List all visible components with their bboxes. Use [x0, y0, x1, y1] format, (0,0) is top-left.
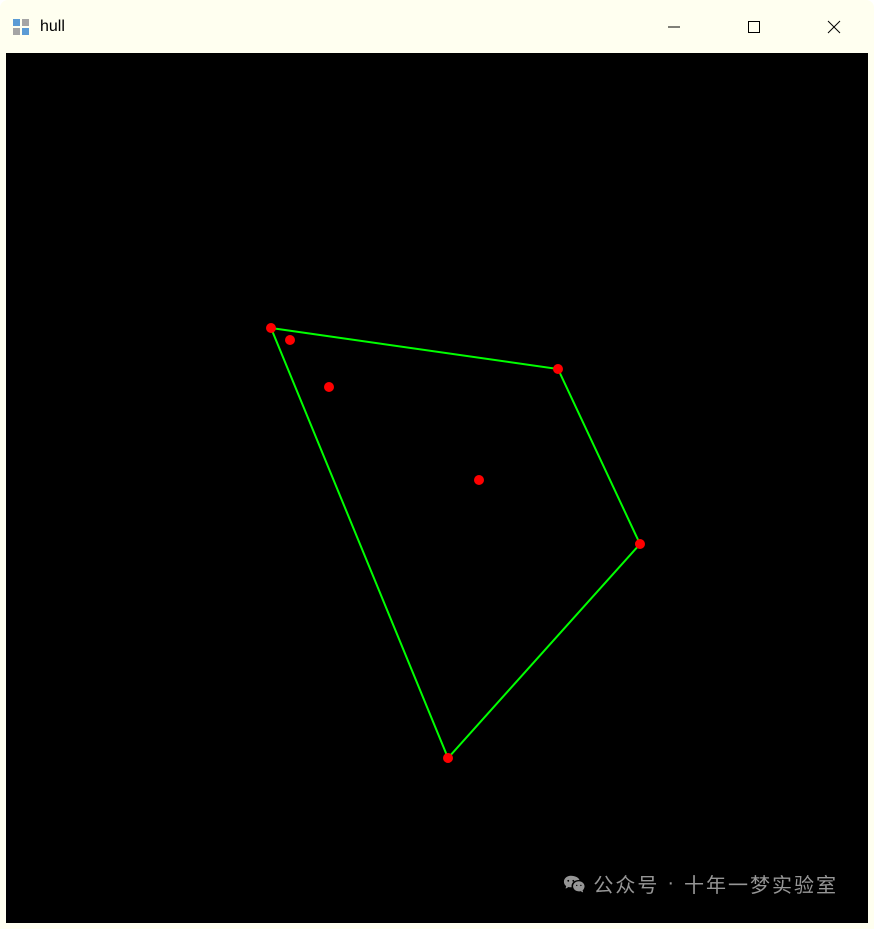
watermark: 公众号 · 十年一梦实验室 [563, 869, 838, 898]
data-point [443, 753, 453, 763]
watermark-name: 十年一梦实验室 [684, 869, 838, 898]
close-button[interactable] [794, 0, 874, 53]
data-point [474, 475, 484, 485]
titlebar[interactable]: hull [0, 0, 874, 53]
canvas-area: 公众号 · 十年一梦实验室 [6, 53, 868, 923]
minimize-button[interactable] [634, 0, 714, 53]
watermark-separator: · [667, 872, 676, 895]
data-point [635, 539, 645, 549]
app-window: hull 公众号 · 十年一梦实验室 [0, 0, 874, 929]
window-controls [634, 0, 874, 53]
watermark-label: 公众号 [593, 869, 659, 898]
data-point [553, 364, 563, 374]
wechat-icon [563, 873, 585, 895]
data-point [324, 382, 334, 392]
data-point [266, 323, 276, 333]
data-point [285, 335, 295, 345]
hull-polygon [271, 328, 640, 758]
app-icon [12, 18, 30, 36]
hull-plot [6, 53, 868, 923]
window-title: hull [40, 18, 634, 36]
maximize-button[interactable] [714, 0, 794, 53]
